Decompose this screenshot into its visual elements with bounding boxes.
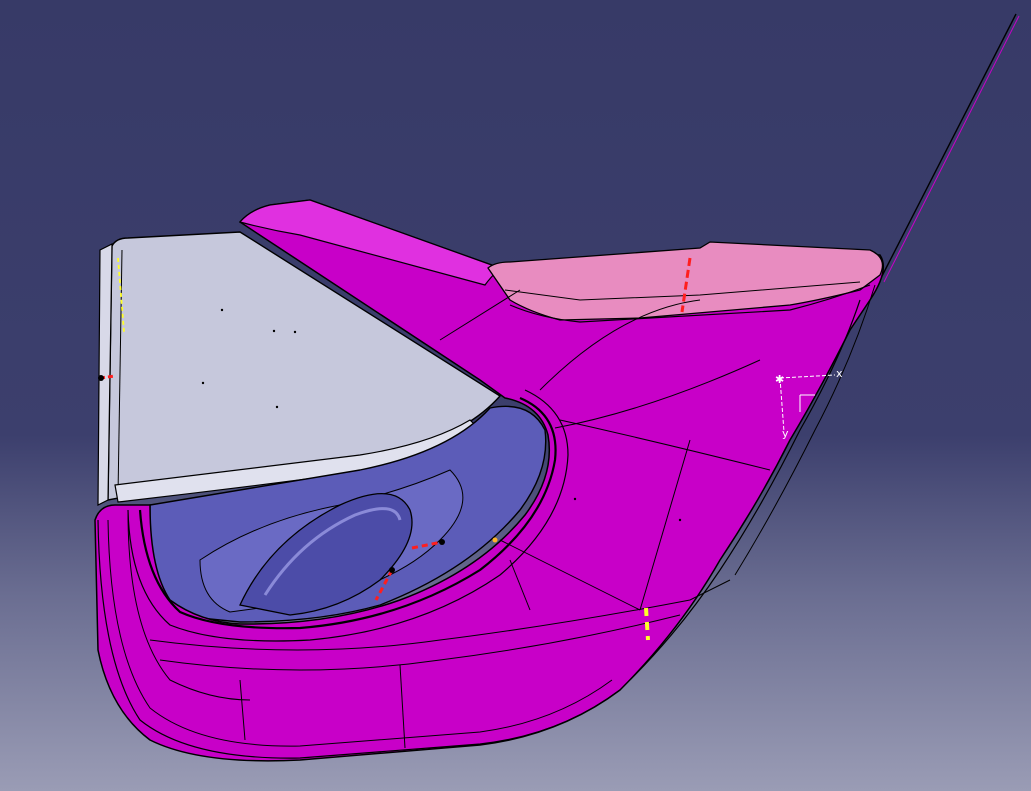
3d-viewport[interactable]: ✱ x y [0,0,1031,791]
boom-wire[interactable] [879,13,1017,281]
marker-point-3[interactable] [98,375,104,381]
marker-point-2[interactable] [389,567,395,573]
compass-origin-icon: ✱ [775,373,784,386]
vertex-dot [220,308,224,312]
vertex-dot [272,329,276,333]
vertex-dot [275,405,279,409]
marker-point-4[interactable] [492,537,498,543]
vertex-dot [293,330,297,334]
x-axis-label: x [836,367,843,380]
boom-wire-highlight [883,15,1020,283]
vertex-dot [678,518,682,522]
y-axis-label: y [782,427,789,440]
model-canvas[interactable]: ✱ x y [0,0,1031,791]
marker-point-1[interactable] [439,539,445,545]
vertex-dot [201,381,205,385]
vertex-dot [573,497,577,501]
